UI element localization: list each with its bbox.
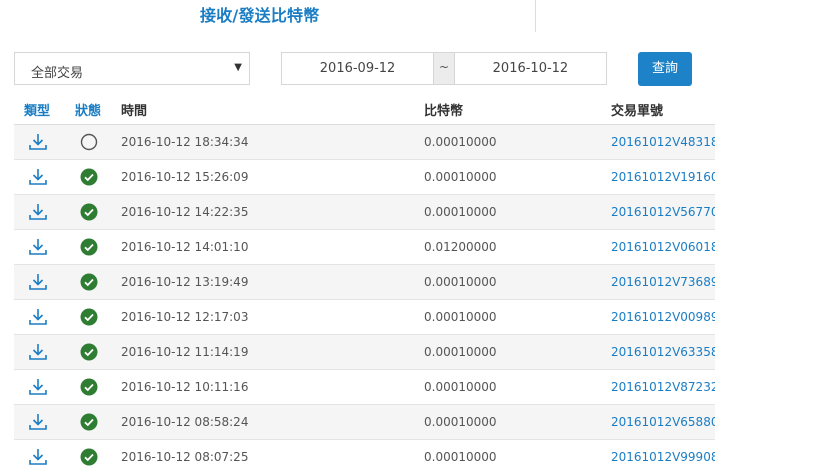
table-row: 2016-10-12 10:11:16 0.00010000 20161012V87… bbox=[14, 370, 715, 405]
pending-circle-icon bbox=[80, 133, 98, 151]
row-btc-amount: 0.00010000 bbox=[424, 380, 497, 394]
row-time: 2016-10-12 10:11:16 bbox=[121, 380, 249, 394]
check-circle-icon bbox=[80, 378, 98, 396]
table-row: 2016-10-12 12:17:03 0.00010000 20161012V00… bbox=[14, 300, 715, 335]
column-type[interactable]: 類型 bbox=[24, 100, 50, 119]
transaction-type-value: 全部交易 bbox=[31, 66, 84, 81]
row-transaction-id[interactable]: 20161012V483181 bbox=[611, 135, 715, 149]
table-row: 2016-10-12 08:07:25 0.00010000 20161012V99… bbox=[14, 440, 715, 474]
check-circle-icon bbox=[80, 273, 98, 291]
row-btc-amount: 0.00010000 bbox=[424, 275, 497, 289]
row-time: 2016-10-12 12:17:03 bbox=[121, 310, 249, 324]
check-circle-icon bbox=[80, 413, 98, 431]
row-transaction-id[interactable]: 20161012V567700 bbox=[611, 205, 715, 219]
row-btc-amount: 0.00010000 bbox=[424, 170, 497, 184]
download-icon[interactable] bbox=[28, 308, 48, 326]
date-separator: ~ bbox=[433, 53, 455, 84]
table-row: 2016-10-12 14:22:35 0.00010000 20161012V56… bbox=[14, 195, 715, 230]
date-range: 2016-09-12 ~ 2016-10-12 bbox=[281, 52, 607, 85]
check-circle-icon bbox=[80, 448, 98, 466]
table-row: 2016-10-12 15:26:09 0.00010000 20161012V19… bbox=[14, 160, 715, 195]
row-btc-amount: 0.00010000 bbox=[424, 415, 497, 429]
download-icon[interactable] bbox=[28, 413, 48, 431]
row-transaction-id[interactable]: 20161012V999081 bbox=[611, 450, 715, 464]
transaction-type-select[interactable]: 全部交易 ▼ bbox=[14, 52, 250, 85]
column-time: 時間 bbox=[121, 104, 148, 119]
download-icon[interactable] bbox=[28, 133, 48, 151]
row-transaction-id[interactable]: 20161012V633581 bbox=[611, 345, 715, 359]
download-icon[interactable] bbox=[28, 238, 48, 256]
check-circle-icon bbox=[80, 343, 98, 361]
download-icon[interactable] bbox=[28, 448, 48, 466]
row-btc-amount: 0.00010000 bbox=[424, 310, 497, 324]
chevron-down-icon: ▼ bbox=[234, 62, 242, 73]
table-header: 類型 狀態 時間 比特幣 交易單號 bbox=[14, 90, 715, 125]
table-row: 2016-10-12 14:01:10 0.01200000 20161012V06… bbox=[14, 230, 715, 265]
date-to-input[interactable]: 2016-10-12 bbox=[455, 53, 606, 84]
column-btc: 比特幣 bbox=[424, 104, 464, 119]
table-row: 2016-10-12 08:58:24 0.00010000 20161012V65… bbox=[14, 405, 715, 440]
download-icon[interactable] bbox=[28, 378, 48, 396]
row-time: 2016-10-12 11:14:19 bbox=[121, 345, 249, 359]
row-time: 2016-10-12 15:26:09 bbox=[121, 170, 249, 184]
row-transaction-id[interactable]: 20161012V872326 bbox=[611, 380, 715, 394]
date-from-input[interactable]: 2016-09-12 bbox=[282, 53, 433, 84]
row-transaction-id[interactable]: 20161012V060188 bbox=[611, 240, 715, 254]
row-transaction-id[interactable]: 20161012V658804 bbox=[611, 415, 715, 429]
row-time: 2016-10-12 13:19:49 bbox=[121, 275, 249, 289]
row-time: 2016-10-12 08:58:24 bbox=[121, 415, 249, 429]
table-body: 2016-10-12 18:34:34 0.00010000 20161012V48… bbox=[14, 125, 715, 474]
row-time: 2016-10-12 18:34:34 bbox=[121, 135, 249, 149]
page-title[interactable]: 接收/發送比特幣 bbox=[200, 2, 336, 25]
row-time: 2016-10-12 08:07:25 bbox=[121, 450, 249, 464]
row-time: 2016-10-12 14:22:35 bbox=[121, 205, 249, 219]
table-row: 2016-10-12 13:19:49 0.00010000 20161012V73… bbox=[14, 265, 715, 300]
table-row: 2016-10-12 11:14:19 0.00010000 20161012V63… bbox=[14, 335, 715, 370]
row-transaction-id[interactable]: 20161012V009898 bbox=[611, 310, 715, 324]
row-btc-amount: 0.00010000 bbox=[424, 345, 497, 359]
row-transaction-id[interactable]: 20161012V191603 bbox=[611, 170, 715, 184]
row-btc-amount: 0.00010000 bbox=[424, 205, 497, 219]
row-btc-amount: 0.00010000 bbox=[424, 135, 497, 149]
row-btc-amount: 0.00010000 bbox=[424, 450, 497, 464]
column-txid: 交易單號 bbox=[611, 104, 664, 119]
row-btc-amount: 0.01200000 bbox=[424, 240, 497, 254]
check-circle-icon bbox=[80, 238, 98, 256]
check-circle-icon bbox=[80, 308, 98, 326]
row-transaction-id[interactable]: 20161012V736898 bbox=[611, 275, 715, 289]
row-time: 2016-10-12 14:01:10 bbox=[121, 240, 249, 254]
check-circle-icon bbox=[80, 203, 98, 221]
check-circle-icon bbox=[80, 168, 98, 186]
download-icon[interactable] bbox=[28, 168, 48, 186]
table-row: 2016-10-12 18:34:34 0.00010000 20161012V48… bbox=[14, 125, 715, 160]
download-icon[interactable] bbox=[28, 203, 48, 221]
column-status[interactable]: 狀態 bbox=[75, 100, 101, 119]
header-divider bbox=[535, 0, 536, 32]
transaction-table: 類型 狀態 時間 比特幣 交易單號 2016-10-12 18:34:34 0.0… bbox=[14, 90, 715, 474]
download-icon[interactable] bbox=[28, 273, 48, 291]
download-icon[interactable] bbox=[28, 343, 48, 361]
query-button[interactable]: 查詢 bbox=[638, 52, 692, 86]
